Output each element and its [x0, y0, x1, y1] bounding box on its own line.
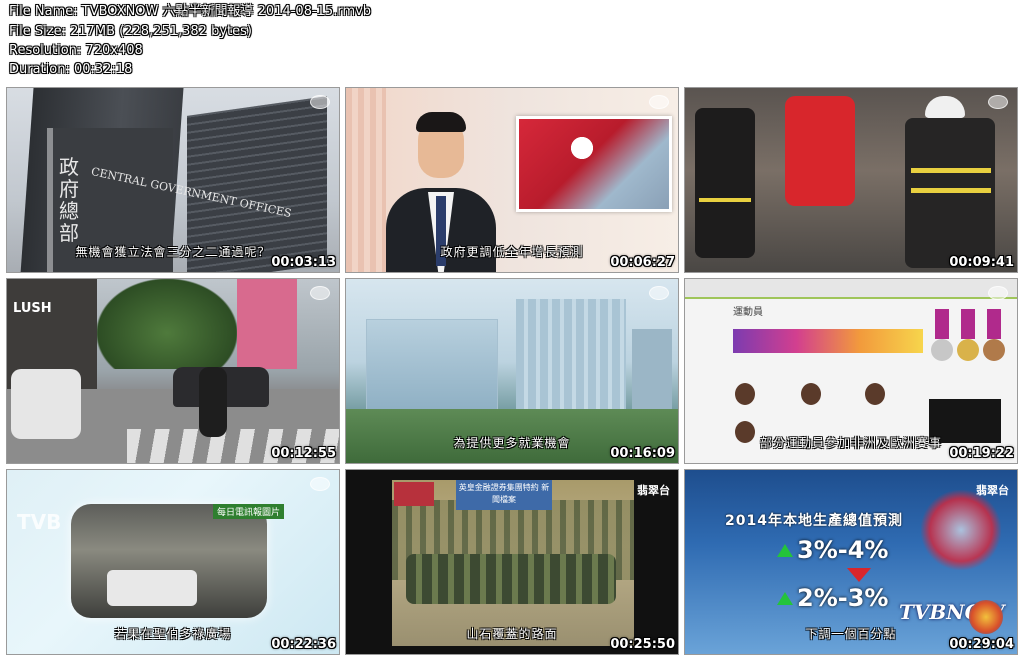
tree	[97, 279, 237, 369]
athlete-photo	[735, 383, 755, 405]
timestamp: 00:16:09	[610, 446, 675, 461]
building-render	[366, 319, 498, 411]
timestamp: 00:29:04	[949, 637, 1014, 652]
red-vest-person	[785, 96, 855, 206]
cyclist	[199, 367, 227, 437]
thumbnail-7[interactable]: TVB 每日電訊報圖片 若果在聖伯多祿廣場 00:22:36	[6, 469, 340, 655]
sponsor-banner: 英皇金融證券集團特約 新聞檔案	[456, 480, 552, 510]
page-heading: 運動員	[733, 307, 763, 318]
thumbnail-9[interactable]: 翡翠台 2014年本地生產總值預測 3%-4% 2%-3% TVBNOW 下調一…	[684, 469, 1018, 655]
thumbnail-2[interactable]: 政府更調低全年增長預測 00:06:27	[345, 87, 679, 273]
thumbnail-3[interactable]: 00:09:41	[684, 87, 1018, 273]
bauhinia-icon	[560, 126, 604, 170]
timestamp: 00:19:22	[949, 446, 1014, 461]
channel-label: 翡翠台	[976, 484, 1009, 497]
file-name-label: File Name: TVBOXNOW 六點半新聞報導 2014-08-15.r…	[9, 4, 372, 19]
timestamp: 00:22:36	[271, 637, 336, 652]
helmet	[925, 96, 965, 118]
thumbnail-4[interactable]: LUSH 00:12:55	[6, 278, 340, 464]
medal-icon	[983, 309, 1005, 365]
bauhinia-icon	[921, 490, 1001, 570]
thumbnail-1[interactable]: 政府總部 CENTRAL GOVERNMENT OFFICES 無機會獲立法會三…	[6, 87, 340, 273]
tvb-watermark: TVB	[17, 510, 62, 534]
athlete-photo	[801, 383, 821, 405]
popemobile	[107, 570, 197, 606]
building-render	[516, 299, 626, 409]
tvb-logo-icon	[310, 477, 330, 491]
reflective-stripe	[911, 188, 991, 193]
scooter	[11, 369, 81, 439]
forecast-headline: 2014年本地生產總值預測	[725, 513, 903, 529]
scene-street: LUSH	[7, 279, 339, 463]
search-banner	[733, 329, 923, 353]
reflective-stripe	[911, 168, 991, 173]
thumbnail-8[interactable]: 英皇金融證券集團特約 新聞檔案 翡翠台 山石覆蓋的路面 00:25:50	[345, 469, 679, 655]
tvb-logo-icon	[310, 286, 330, 300]
site-nav-bar	[685, 279, 1017, 299]
thumbnail-6[interactable]: 運動員 部分運動員參加非洲及歐洲賽事 00:19:22	[684, 278, 1018, 464]
timestamp: 00:09:41	[949, 255, 1014, 270]
timestamp: 00:03:13	[271, 255, 336, 270]
channel-label: 翡翠台	[637, 484, 670, 497]
timestamp: 00:25:50	[610, 637, 675, 652]
medal-icon	[957, 309, 979, 365]
new-forecast-range: 2%-3%	[797, 584, 889, 612]
tvb-logo-icon	[310, 95, 330, 109]
tvb-logo-icon	[988, 95, 1008, 109]
shop-sign: LUSH	[13, 301, 52, 316]
down-arrow-icon	[847, 568, 871, 582]
anchor-hair	[416, 112, 466, 132]
tvb-logo-icon	[649, 95, 669, 109]
resolution-label: Resolution: 720x408	[9, 43, 143, 58]
athlete-photo	[865, 383, 885, 405]
timestamp: 00:06:27	[610, 255, 675, 270]
up-arrow-icon	[777, 544, 793, 557]
file-size-label: File Size: 217MB (228,251,382 bytes)	[9, 24, 252, 39]
reflective-stripe	[699, 198, 751, 202]
timestamp: 00:12:55	[271, 446, 336, 461]
firefighter-right	[905, 118, 995, 268]
duration-label: Duration: 00:32:18	[9, 62, 133, 77]
old-forecast-range: 3%-4%	[797, 536, 889, 564]
sign-chinese-text: 政府總部	[59, 155, 79, 245]
soldiers-group	[406, 554, 616, 604]
sponsor-logo-icon	[394, 482, 434, 506]
photo-credit-tag: 每日電訊報圖片	[213, 504, 285, 519]
tvb-logo-icon	[649, 286, 669, 300]
thumbnail-5[interactable]: 為提供更多就業機會 00:16:09	[345, 278, 679, 464]
up-arrow-icon	[777, 592, 793, 605]
scene-firefighters	[685, 88, 1017, 272]
tvb-logo-icon	[988, 286, 1008, 300]
building-render	[632, 329, 672, 409]
file-info-header: File Name: TVBOXNOW 六點半新聞報導 2014-08-15.r…	[0, 0, 1024, 82]
billboard-building	[237, 279, 297, 369]
medal-icon	[931, 309, 953, 365]
firefighter-left	[695, 108, 755, 258]
